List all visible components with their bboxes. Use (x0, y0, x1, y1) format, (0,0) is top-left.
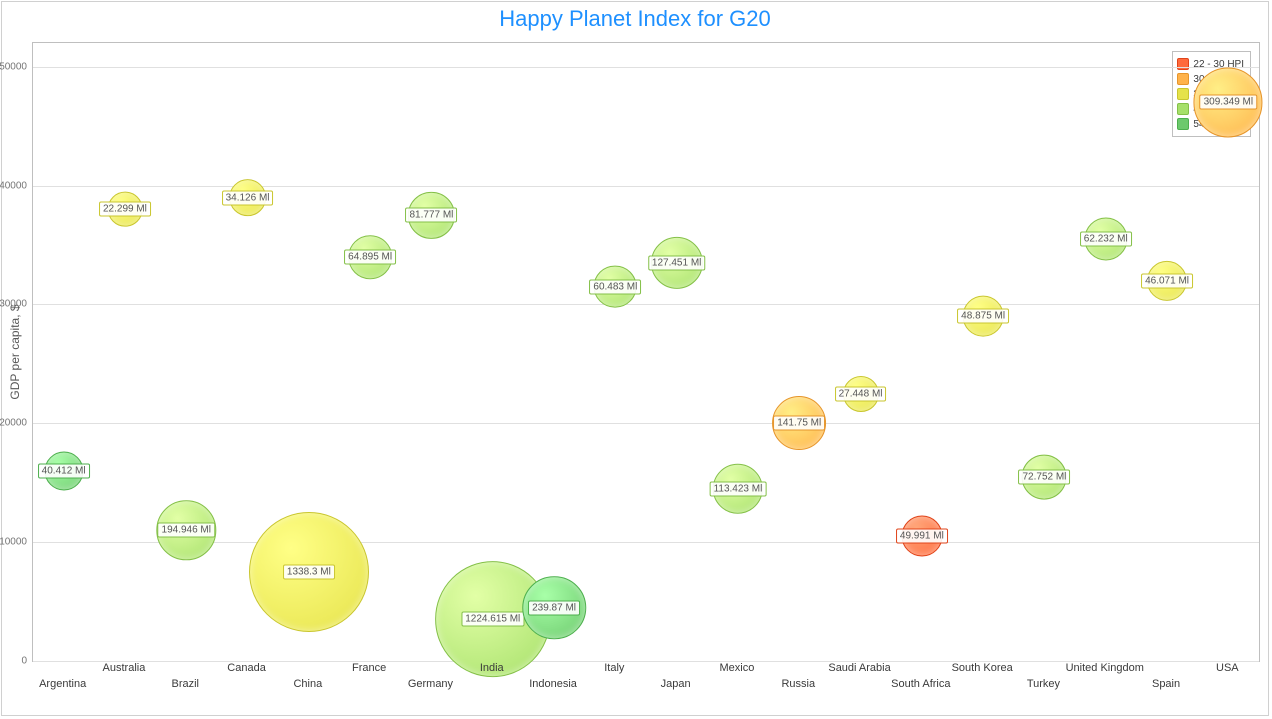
y-tick-label: 30000 (0, 299, 27, 310)
bubble-saudi-arabia[interactable] (843, 376, 879, 412)
x-tick-label: Brazil (171, 678, 199, 690)
x-tick-label: France (352, 662, 386, 674)
bubble-italy[interactable] (594, 265, 637, 308)
bubble-japan[interactable] (651, 237, 703, 289)
legend-swatch (1177, 118, 1189, 130)
bubble-united-kingdom[interactable] (1084, 218, 1127, 261)
x-tick-label: South Korea (952, 662, 1013, 674)
gridline (33, 304, 1259, 305)
bubble-germany[interactable] (408, 192, 454, 238)
gridline (33, 542, 1259, 543)
x-tick-label: Argentina (39, 678, 86, 690)
x-tick-label: United Kingdom (1066, 662, 1144, 674)
x-tick-label: Spain (1152, 678, 1180, 690)
y-tick-label: 40000 (0, 180, 27, 191)
x-tick-label: Mexico (720, 662, 755, 674)
x-tick-label: China (293, 678, 322, 690)
bubble-brazil[interactable] (157, 501, 216, 560)
bubble-russia[interactable] (772, 396, 826, 450)
x-tick-label: Russia (781, 678, 815, 690)
plot-area: GDP per capita, $ 22 - 30 HPI30 - 38 HPI… (32, 42, 1260, 662)
x-tick-label: Canada (227, 662, 266, 674)
x-tick-label: USA (1216, 662, 1239, 674)
legend-swatch (1177, 103, 1189, 115)
bubble-canada[interactable] (229, 179, 267, 217)
bubble-south-africa[interactable] (901, 516, 942, 557)
legend-swatch (1177, 73, 1189, 85)
bubble-france[interactable] (348, 235, 392, 279)
y-tick-label: 10000 (0, 537, 27, 548)
x-tick-label: India (480, 662, 504, 674)
x-tick-label: Saudi Arabia (828, 662, 890, 674)
x-tick-label: Germany (408, 678, 453, 690)
x-tick-label: Australia (103, 662, 146, 674)
bubble-china[interactable] (249, 512, 369, 632)
gridline (33, 67, 1259, 68)
bubble-mexico[interactable] (713, 463, 764, 514)
gridline (33, 423, 1259, 424)
x-tick-label: Japan (661, 678, 691, 690)
y-tick-label: 50000 (0, 61, 27, 72)
x-tick-label: Indonesia (529, 678, 577, 690)
bubble-turkey[interactable] (1022, 454, 1067, 499)
bubble-australia[interactable] (108, 192, 143, 227)
gridline (33, 186, 1259, 187)
chart-title: Happy Planet Index for G20 (2, 6, 1268, 32)
x-tick-label: Italy (604, 662, 624, 674)
legend-swatch (1177, 58, 1189, 70)
x-tick-label: Turkey (1027, 678, 1060, 690)
bubble-spain[interactable] (1147, 261, 1187, 301)
legend-swatch (1177, 88, 1189, 100)
y-tick-label: 20000 (0, 418, 27, 429)
bubble-indonesia[interactable] (522, 576, 585, 639)
y-axis-label: GDP per capita, $ (8, 304, 22, 399)
bubble-south-korea[interactable] (963, 296, 1004, 337)
x-tick-label: South Africa (891, 678, 950, 690)
bubble-usa[interactable] (1194, 68, 1263, 137)
x-axis-labels: Argentina Australia Brazil Canada China Franc… (32, 662, 1260, 702)
y-tick-label: 0 (21, 656, 27, 667)
bubble-argentina[interactable] (44, 451, 83, 490)
chart-frame: Happy Planet Index for G20 GDP per capit… (1, 1, 1269, 716)
